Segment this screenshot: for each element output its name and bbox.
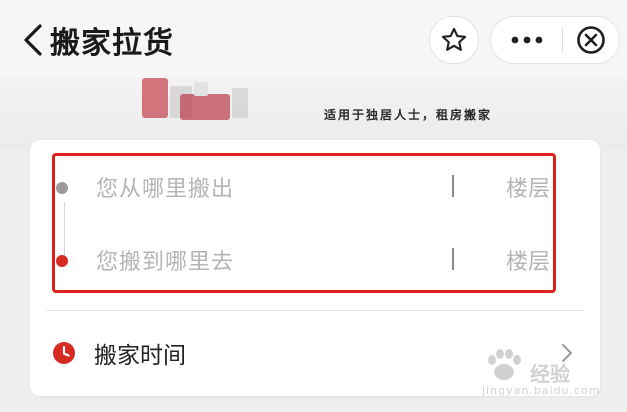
capsule-menu [490, 16, 620, 64]
from-floor-input[interactable]: 楼层 [506, 171, 550, 203]
field-separator [452, 175, 454, 197]
close-button[interactable] [563, 16, 619, 64]
star-icon [441, 27, 467, 51]
destination-dot-icon [56, 255, 68, 267]
favorite-button[interactable] [429, 16, 479, 64]
back-button[interactable] [18, 20, 48, 60]
from-address-input[interactable]: 您从哪里搬出 [96, 171, 234, 203]
to-address-row[interactable]: 您搬到哪里去 楼层 [56, 234, 554, 286]
header-bar: 搬家拉货 [0, 0, 627, 78]
origin-dot-icon [56, 182, 68, 194]
to-address-input[interactable]: 您搬到哪里去 [96, 244, 234, 276]
to-floor-input[interactable]: 楼层 [506, 244, 550, 276]
close-circle-icon [577, 26, 606, 54]
app-page: 搬家拉货 适用于独居人士，租房搬家 您从哪里搬出 楼层 您搬到哪里去 楼层 搬家… [0, 0, 627, 412]
paw-logo-icon [488, 349, 521, 380]
moving-time-label: 搬家时间 [94, 343, 186, 369]
more-button[interactable] [491, 16, 562, 64]
from-address-row[interactable]: 您从哪里搬出 楼层 [56, 161, 554, 213]
clock-icon [53, 342, 75, 364]
watermark-url: jingyan.baidu.com [482, 384, 601, 397]
card-divider [46, 310, 584, 311]
watermark-text: 经验 [530, 362, 570, 386]
more-horizontal-icon [511, 36, 543, 44]
banner-illustration [142, 78, 248, 120]
chevron-left-icon [24, 24, 42, 56]
banner-tagline: 适用于独居人士，租房搬家 [324, 108, 493, 122]
page-title: 搬家拉货 [50, 26, 174, 61]
watermark: 经验 jingyan.baidu.com [470, 338, 620, 408]
field-separator [452, 248, 454, 270]
